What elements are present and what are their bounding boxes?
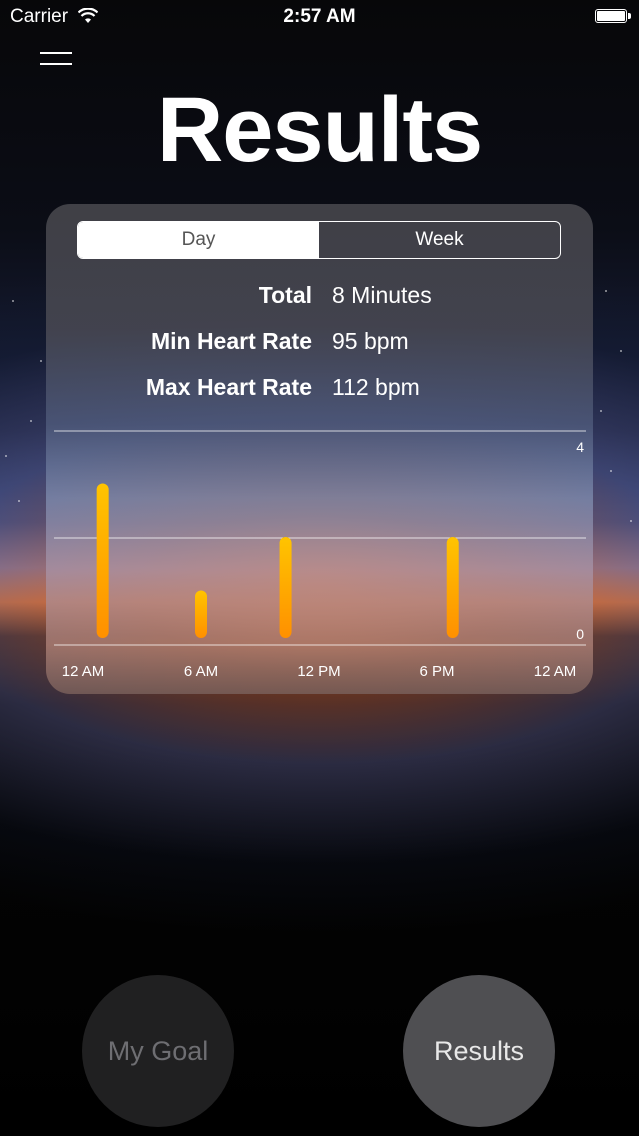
status-time: 2:57 AM — [283, 6, 356, 27]
chart-y-tick-label: 4 — [576, 439, 584, 455]
chart-x-tick-label: 12 PM — [297, 663, 340, 680]
my-goal-button[interactable]: My Goal — [82, 975, 234, 1127]
menu-icon[interactable] — [40, 52, 72, 76]
screen: Carrier 2:57 AM Results Day Week Total 8… — [0, 0, 639, 1136]
activity-chart: 4 0 12 AM 6 AM 12 PM 6 PM 12 AM — [54, 430, 586, 680]
bottom-controls: My Goal Results — [82, 975, 555, 1127]
chart-bar — [96, 483, 109, 638]
results-card: Day Week Total 8 Minutes Min Heart Rate … — [46, 204, 593, 694]
chart-x-tick-label: 12 AM — [534, 663, 577, 680]
chart-x-tick-label: 6 AM — [184, 663, 218, 680]
status-bar: Carrier 2:57 AM — [0, 0, 639, 34]
my-goal-label: My Goal — [108, 1036, 209, 1066]
results-button[interactable]: Results — [403, 975, 555, 1127]
chart-x-tick-label: 6 PM — [419, 663, 454, 680]
battery-icon — [595, 9, 631, 23]
chart-x-tick-label: 12 AM — [62, 663, 105, 680]
chart-bar — [446, 537, 459, 638]
page-title: Results — [156, 79, 483, 181]
chart-bar — [195, 590, 207, 638]
results-label: Results — [434, 1036, 524, 1066]
chart-bar — [279, 537, 292, 638]
chart-y-tick-label: 0 — [576, 626, 584, 642]
